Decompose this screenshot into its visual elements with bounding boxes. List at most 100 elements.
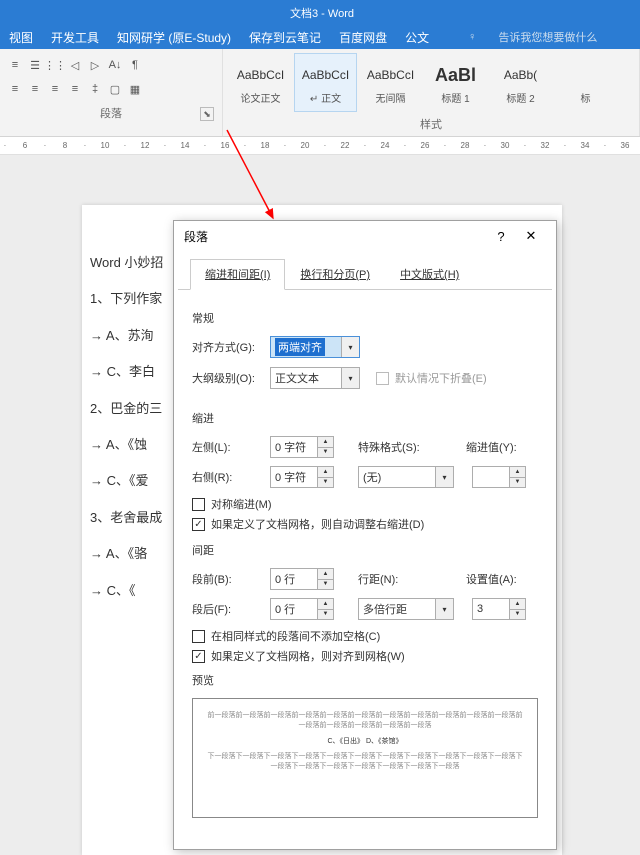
tab-line-page[interactable]: 换行和分页(P) — [285, 259, 385, 289]
style-preview: AaBbCcI — [367, 60, 414, 90]
down-icon: ▼ — [510, 610, 525, 620]
tab-indent-spacing[interactable]: 缩进和间距(I) — [190, 259, 285, 290]
chevron-down-icon[interactable]: ▾ — [341, 368, 359, 388]
number-list-icon[interactable]: ☰ — [26, 56, 44, 74]
before-label: 段前(B): — [192, 571, 264, 587]
mirror-checkbox[interactable] — [192, 498, 205, 511]
auto-indent-checkbox[interactable]: ✓ — [192, 518, 205, 531]
down-icon: ▼ — [318, 580, 333, 590]
style-item[interactable]: AaBbCcI无间隔 — [359, 53, 422, 112]
style-item[interactable]: AaBb(标题 2 — [489, 53, 552, 112]
down-icon: ▼ — [318, 448, 333, 458]
multilevel-icon[interactable]: ⋮⋮ — [46, 56, 64, 74]
align-left-icon[interactable]: ≡ — [6, 80, 24, 98]
up-icon: ▲ — [318, 467, 333, 478]
line-label: 行距(N): — [358, 571, 430, 587]
down-icon: ▼ — [318, 478, 333, 488]
show-marks-icon[interactable]: ¶ — [126, 56, 144, 74]
styles-label: 样式 — [229, 116, 633, 132]
menu-estudy[interactable]: 知网研学 (原E-Study) — [108, 29, 240, 46]
up-icon: ▲ — [510, 599, 525, 610]
tell-me-hint[interactable]: ♀ 告诉我您想要做什么 — [450, 29, 615, 45]
justify-icon[interactable]: ≡ — [66, 80, 84, 98]
up-icon: ▲ — [510, 467, 525, 478]
style-name: 论文正文 — [241, 90, 281, 105]
style-item[interactable]: AaBbCcI论文正文 — [229, 53, 292, 112]
section-indent: 缩进 — [192, 410, 538, 426]
dialog-title: 段落 — [184, 228, 208, 245]
mirror-label: 对称缩进(M) — [211, 496, 272, 512]
decrease-indent-icon[interactable]: ◁ — [66, 56, 84, 74]
left-spin[interactable]: 0 字符▲▼ — [270, 436, 334, 458]
ribbon-group-styles: AaBbCcI论文正文AaBbCcI↵ 正文AaBbCcI无间隔AaBl标题 1… — [223, 49, 640, 136]
up-icon: ▲ — [318, 599, 333, 610]
outline-label: 大纲级别(O): — [192, 370, 264, 386]
menu-cloud[interactable]: 保存到云笔记 — [240, 29, 330, 46]
special-label: 特殊格式(S): — [358, 439, 430, 455]
setval-spin[interactable]: 3▲▼ — [472, 598, 526, 620]
section-spacing: 间距 — [192, 542, 538, 558]
right-label: 右侧(R): — [192, 469, 264, 485]
style-preview: AaBl — [435, 60, 476, 90]
title-bar: 文档3 - Word — [0, 0, 640, 25]
up-icon: ▲ — [318, 437, 333, 448]
collapse-checkbox — [376, 372, 389, 385]
dialog-tabs: 缩进和间距(I) 换行和分页(P) 中文版式(H) — [178, 251, 552, 290]
auto-indent-label: 如果定义了文档网格，则自动调整右缩进(D) — [211, 516, 424, 532]
outline-combo[interactable]: 正文文本▾ — [270, 367, 360, 389]
down-icon: ▼ — [318, 610, 333, 620]
style-item[interactable]: AaBbCcI↵ 正文 — [294, 53, 357, 112]
dialog-body: 常规 对齐方式(G): 两端对齐▾ 大纲级别(O): 正文文本▾ 默认情况下折叠… — [174, 290, 556, 830]
dialog-titlebar[interactable]: 段落 ? ✕ — [174, 221, 556, 251]
style-preview: AaBbCcI — [302, 60, 349, 90]
style-gallery[interactable]: AaBbCcI论文正文AaBbCcI↵ 正文AaBbCcI无间隔AaBl标题 1… — [229, 53, 633, 112]
borders-icon[interactable]: ▦ — [126, 80, 144, 98]
snapgrid-checkbox[interactable]: ✓ — [192, 650, 205, 663]
right-spin[interactable]: 0 字符▲▼ — [270, 466, 334, 488]
collapse-label: 默认情况下折叠(E) — [395, 370, 487, 386]
down-icon: ▼ — [510, 478, 525, 488]
section-general: 常规 — [192, 310, 538, 326]
menu-bar: 视图 开发工具 知网研学 (原E-Study) 保存到云笔记 百度网盘 公文 ♀… — [0, 25, 640, 49]
style-name: 标题 2 — [506, 90, 534, 105]
before-spin[interactable]: 0 行▲▼ — [270, 568, 334, 590]
line-spacing-icon[interactable]: ‡ — [86, 80, 104, 98]
shading-icon[interactable]: ▢ — [106, 80, 124, 98]
dialog-launcher-icon[interactable]: ⬊ — [200, 107, 214, 121]
chevron-down-icon[interactable]: ▾ — [435, 467, 453, 487]
snapgrid-label: 如果定义了文档网格，则对齐到网格(W) — [211, 648, 405, 664]
nosame-checkbox[interactable] — [192, 630, 205, 643]
menu-gongwen[interactable]: 公文 — [396, 29, 438, 46]
bullet-list-icon[interactable]: ≡ — [6, 56, 24, 74]
close-button[interactable]: ✕ — [516, 222, 546, 250]
align-label: 对齐方式(G): — [192, 339, 264, 355]
style-name: ↵ 正文 — [310, 90, 341, 105]
paragraph-label: 段落 ⬊ — [6, 105, 216, 121]
align-center-icon[interactable]: ≡ — [26, 80, 44, 98]
special-combo[interactable]: (无)▾ — [358, 466, 454, 488]
tab-chinese[interactable]: 中文版式(H) — [385, 259, 474, 289]
menu-view[interactable]: 视图 — [0, 29, 42, 46]
ruler[interactable]: ·2·4·6·8·10·12·14·16·18·20·22·24·26·28·3… — [0, 137, 640, 155]
indent-val-spin[interactable]: ▲▼ — [472, 466, 526, 488]
align-combo[interactable]: 两端对齐▾ — [270, 336, 360, 358]
sort-icon[interactable]: A↓ — [106, 56, 124, 74]
chevron-down-icon[interactable]: ▾ — [341, 337, 359, 357]
increase-indent-icon[interactable]: ▷ — [86, 56, 104, 74]
style-name: 标题 1 — [441, 90, 469, 105]
style-name: 无间隔 — [376, 90, 406, 105]
style-preview: AaBb( — [504, 60, 537, 90]
align-right-icon[interactable]: ≡ — [46, 80, 64, 98]
menu-dev[interactable]: 开发工具 — [42, 29, 108, 46]
after-spin[interactable]: 0 行▲▼ — [270, 598, 334, 620]
style-item[interactable]: 标 — [554, 53, 617, 112]
paragraph-dialog: 段落 ? ✕ 缩进和间距(I) 换行和分页(P) 中文版式(H) 常规 对齐方式… — [173, 220, 557, 850]
after-label: 段后(F): — [192, 601, 264, 617]
nosame-label: 在相同样式的段落间不添加空格(C) — [211, 628, 380, 644]
chevron-down-icon[interactable]: ▾ — [435, 599, 453, 619]
style-item[interactable]: AaBl标题 1 — [424, 53, 487, 112]
section-preview: 预览 — [192, 672, 538, 688]
line-combo[interactable]: 多倍行距▾ — [358, 598, 454, 620]
help-button[interactable]: ? — [486, 222, 516, 250]
menu-baidu[interactable]: 百度网盘 — [330, 29, 396, 46]
